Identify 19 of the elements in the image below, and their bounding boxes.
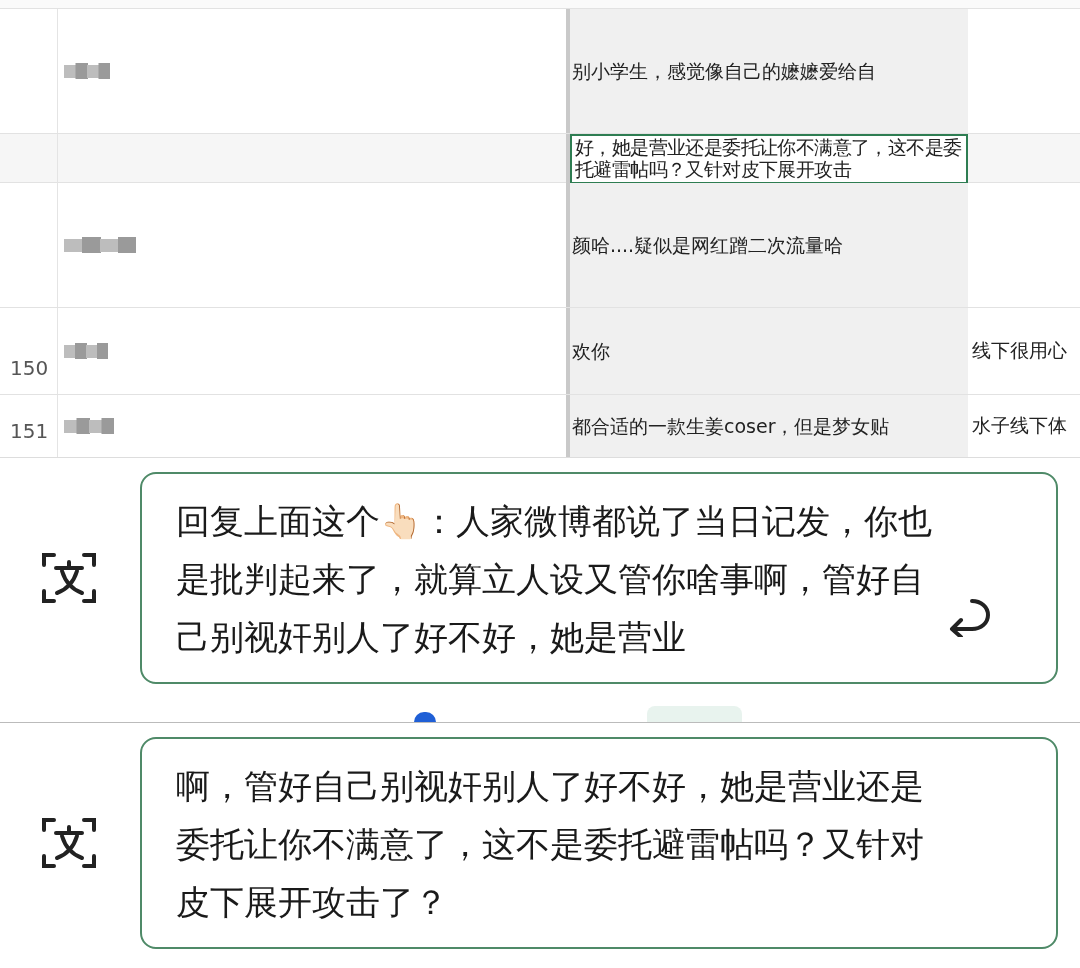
table-cell-text: 欢你 — [571, 339, 611, 363]
blurred-name — [64, 340, 108, 362]
text-box[interactable]: 回复上面这个👆🏻：人家微博都说了当日记发，你也是批判起来了，就算立人设又管你啥事啊，管好自己别视奸别人了好不好，她是营业 — [140, 472, 1058, 684]
table-cell-text: 水子线下体 — [972, 413, 1067, 438]
text-box[interactable]: 啊，管好自己别视奸别人了好不好，她是营业还是委托让你不满意了，这不是委托避雷帖吗？又针对皮下展开攻击了？ — [140, 737, 1058, 949]
table-cell-text: 别小学生，感觉像自己的嬷嬷爱给自 — [571, 59, 877, 83]
translate-icon[interactable] — [42, 816, 96, 870]
table-cell-text: 都合适的一款生姜coser，但是梦女贴 — [571, 414, 891, 438]
blurred-name — [64, 60, 110, 82]
blurred-name — [64, 415, 114, 437]
translate-icon[interactable] — [42, 551, 96, 605]
row-number: 151 — [10, 419, 49, 443]
table-cell-text: 线下很用心 — [972, 338, 1067, 363]
blurred-name — [64, 234, 136, 256]
row-number: 150 — [10, 356, 49, 380]
message-text: 回复上面这个👆🏻：人家微博都说了当日记发，你也是批判起来了，就算立人设又管你啥事啊，管好自己别视奸别人了好不好，她是营业 — [176, 500, 933, 659]
table-cell: 好，她是营业还是委托让你不满意了，这不是委托避雷帖吗？又针对皮下展开攻击 — [570, 134, 968, 185]
message-text: 啊，管好自己别视奸别人了好不好，她是营业还是委托让你不满意了，这不是委托避雷帖吗？又针对皮下展开攻击了？ — [176, 765, 925, 924]
table-cell-text: 颜哈....疑似是网红蹭二次流量哈 — [571, 233, 845, 257]
